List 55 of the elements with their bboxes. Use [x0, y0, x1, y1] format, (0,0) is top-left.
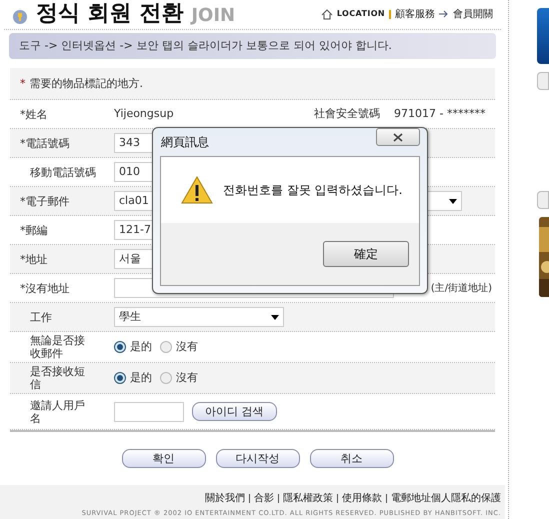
side-banner [537, 8, 549, 64]
field-label: *電話號碼 [19, 136, 70, 150]
field-label: 是否接收短信 [29, 365, 86, 392]
footer-link[interactable]: 合影 [254, 491, 274, 506]
field-label: *沒有地址 [19, 282, 70, 295]
job-dropdown[interactable]: 學生 [114, 307, 284, 328]
radio-button[interactable] [114, 341, 126, 354]
field-label: *電子郵件 [19, 194, 70, 208]
form-button[interactable]: 취소 [310, 449, 394, 468]
page-subtitle: JOIN [191, 7, 236, 26]
field-value: Yijeongsup [114, 106, 175, 122]
field-label: 無論是否接收郵件 [29, 334, 86, 360]
required-mark: * [20, 76, 26, 92]
field-value: 971017 - ******* [394, 106, 486, 122]
close-button[interactable] [376, 128, 420, 146]
radio-option[interactable]: 沒有 [160, 370, 198, 387]
dialog-message: 전화번호를 잘못 입력하셨습니다. [223, 182, 402, 199]
field-label: 社會安全號碼 [314, 106, 381, 122]
field-label: 工作 [29, 310, 53, 324]
radio-button[interactable] [114, 372, 126, 384]
footer-link[interactable]: 隱私權政策 [283, 491, 333, 506]
breadcrumb-link[interactable]: 顧客服務 [395, 6, 435, 22]
form-button[interactable]: 확인 [122, 449, 206, 468]
footer-link[interactable]: 電郵地址個人隱私的保護 [391, 491, 501, 506]
caret-icon [271, 314, 279, 320]
radio-button[interactable] [160, 372, 172, 384]
ok-button[interactable]: 確定 [323, 241, 409, 267]
radio-option[interactable]: 沒有 [160, 339, 198, 356]
id-search-button[interactable]: 아이디 검색 [192, 402, 276, 422]
arrow-icon [439, 10, 449, 18]
input-field[interactable] [114, 402, 184, 422]
warning-icon [181, 176, 213, 204]
page-title: 정식 회원 전환 [36, 3, 184, 26]
radio-option[interactable]: 是的 [114, 339, 152, 356]
footer-link[interactable]: 使用條款 [342, 491, 382, 506]
field-hint: (主/街道地址) [430, 282, 492, 296]
dialog-title: 網頁訊息 [160, 134, 209, 151]
field-label: *地址 [19, 252, 48, 266]
breadcrumb-link[interactable]: 會員開關 [453, 6, 493, 22]
field-label: *姓名 [19, 108, 48, 121]
close-icon [393, 132, 403, 142]
location-label: LOCATION [336, 8, 385, 20]
radio-option[interactable]: 是的 [114, 370, 152, 387]
caret-icon [449, 198, 457, 204]
field-label: 邀請人用戶名 [29, 398, 86, 425]
radio-button[interactable] [160, 341, 172, 354]
home-icon [320, 8, 333, 20]
footer-link[interactable]: 關於我們 [205, 491, 245, 506]
separator-mark [389, 10, 391, 19]
key-icon [12, 9, 28, 26]
field-label: 移動電話號碼 [29, 166, 97, 179]
required-note: 需要的物品標記的地方. [30, 76, 143, 92]
field-label: *郵編 [19, 224, 48, 237]
notice-banner: 도구 -> 인터넷옵션 -> 보안 탭의 슬라이더가 보통으로 되어 있어야 합니다. [9, 32, 496, 60]
form-button[interactable]: 다시작성 [216, 449, 300, 468]
